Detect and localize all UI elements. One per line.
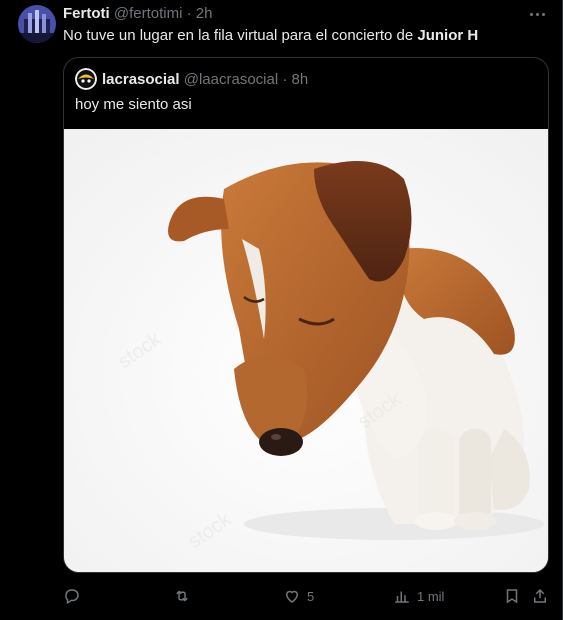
quoted-image-puppy[interactable]: stock stock stock xyxy=(64,129,548,572)
action-bar: 5 1 mil xyxy=(63,586,549,606)
author-avatar[interactable] xyxy=(18,5,56,43)
tweet-text-bold: Junior H xyxy=(417,27,479,44)
views-button[interactable]: 1 mil xyxy=(393,586,444,606)
views-count: 1 mil xyxy=(417,588,445,604)
quoted-tweet[interactable]: lacrasocial @laacrasocial · 8h hoy me si… xyxy=(63,57,549,573)
quoted-header: lacrasocial @laacrasocial · 8h xyxy=(102,71,308,89)
tweet-time[interactable]: 2h xyxy=(196,5,213,22)
like-button[interactable]: 5 xyxy=(283,586,314,606)
share-button[interactable] xyxy=(531,586,549,606)
quoted-time[interactable]: 8h xyxy=(292,71,309,88)
reply-button[interactable] xyxy=(63,586,87,606)
bookmark-icon xyxy=(506,589,518,604)
quoted-author-handle[interactable]: @laacrasocial xyxy=(184,71,278,88)
repost-button[interactable] xyxy=(173,586,197,606)
header-separator: · xyxy=(186,5,192,22)
like-icon xyxy=(285,590,299,603)
repost-icon xyxy=(176,590,188,602)
author-name[interactable]: Fertoti xyxy=(63,5,110,22)
tweet-header: Fertoti @fertotimi · 2h xyxy=(63,5,212,23)
quoted-author-avatar[interactable] xyxy=(75,68,97,90)
reply-icon xyxy=(65,589,79,605)
quoted-author-name[interactable]: lacrasocial xyxy=(102,71,180,88)
quoted-header-separator: · xyxy=(282,71,288,88)
bookmark-button[interactable] xyxy=(503,586,521,606)
share-icon xyxy=(534,588,546,603)
more-icon[interactable] xyxy=(525,5,549,23)
views-icon xyxy=(395,591,409,603)
tweet-text: No tuve un lugar en la fila virtual para… xyxy=(63,26,478,46)
quoted-text: hoy me siento asi xyxy=(75,96,192,113)
author-handle[interactable]: @fertotimi xyxy=(114,5,183,22)
like-count: 5 xyxy=(307,588,315,604)
tweet-text-prefix: No tuve un lugar en la fila virtual para… xyxy=(63,27,418,44)
